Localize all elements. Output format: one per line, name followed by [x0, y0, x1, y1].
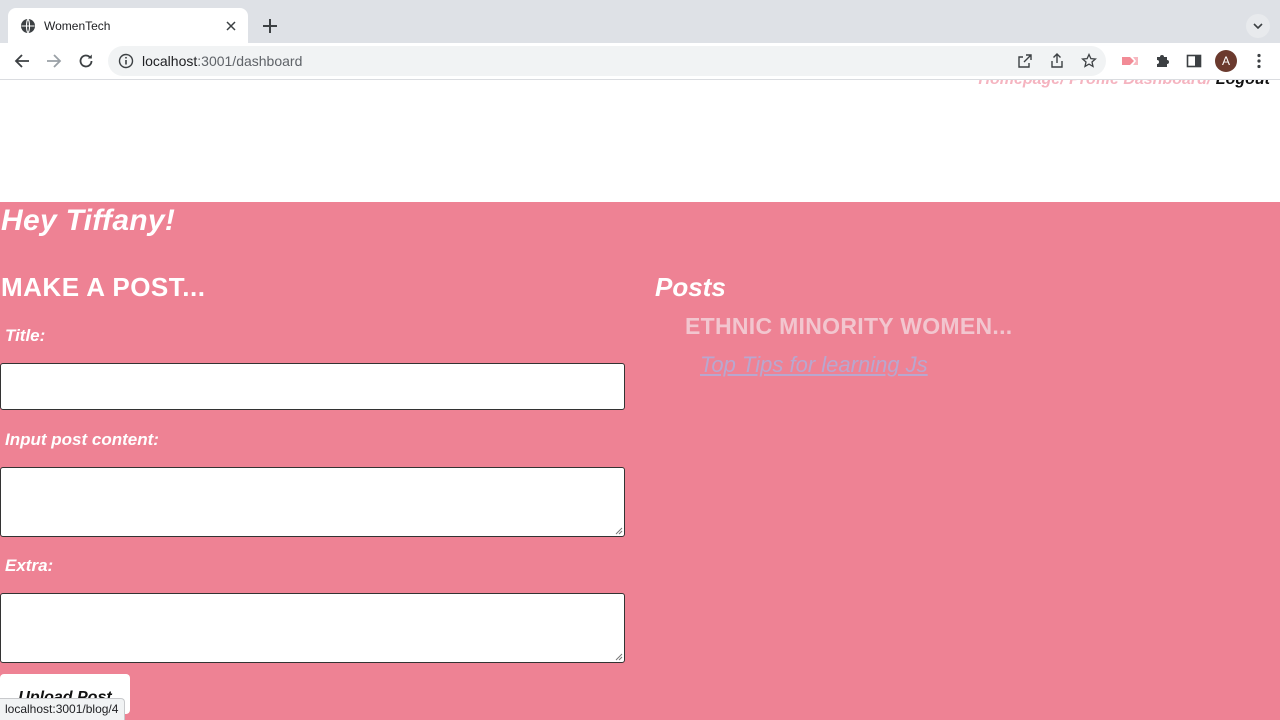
nav-separator: / — [1207, 80, 1216, 88]
posts-heading: Posts — [655, 272, 726, 302]
nav-profile-dashboard-link[interactable]: Profile Dashboard — [1069, 80, 1207, 88]
puzzle-icon[interactable] — [1153, 52, 1171, 70]
content-textarea[interactable] — [0, 467, 625, 537]
info-icon[interactable] — [118, 53, 134, 69]
top-nav: Homepage/ Profile Dashboard/ Logout — [978, 80, 1270, 89]
greeting-heading: Hey Tiffany! — [1, 204, 176, 237]
avatar[interactable]: A — [1215, 50, 1237, 72]
post-title: ETHNIC MINORITY WOMEN... — [685, 313, 1013, 339]
nav-homepage-link[interactable]: Homepage — [978, 80, 1060, 88]
browser-toolbar: localhost:3001/dashboard A — [0, 43, 1280, 80]
chevron-down-icon[interactable] — [1246, 14, 1270, 38]
plus-icon[interactable] — [258, 14, 282, 38]
title-label: Title: — [5, 326, 46, 345]
title-input[interactable] — [0, 363, 625, 410]
close-icon[interactable] — [222, 17, 240, 35]
globe-icon — [20, 18, 36, 34]
reload-icon[interactable] — [74, 49, 98, 73]
make-post-heading: MAKE A POST... — [1, 272, 206, 302]
nav-logout-link[interactable]: Logout — [1216, 80, 1270, 88]
dashboard-section: Hey Tiffany! MAKE A POST... Title: Input… — [0, 202, 1280, 720]
post-link[interactable]: Top Tips for learning Js — [700, 352, 928, 378]
extra-textarea[interactable] — [0, 593, 625, 663]
address-bar[interactable]: localhost:3001/dashboard — [108, 46, 1106, 76]
resize-grip-icon[interactable] — [613, 651, 623, 661]
url-text: localhost:3001/dashboard — [142, 53, 303, 69]
tab-title: WomenTech — [44, 19, 111, 33]
side-panel-icon[interactable] — [1185, 52, 1203, 70]
forward-arrow-icon[interactable] — [42, 49, 66, 73]
browser-tab[interactable]: WomenTech — [8, 8, 248, 43]
extension-ext-icon[interactable] — [1121, 52, 1139, 70]
content-label: Input post content: — [5, 430, 159, 449]
share-icon[interactable] — [1049, 53, 1065, 69]
star-icon[interactable] — [1081, 52, 1097, 69]
open-in-new-icon[interactable] — [1017, 53, 1033, 69]
status-bar-url: localhost:3001/blog/4 — [0, 698, 126, 720]
kebab-menu-icon[interactable] — [1250, 52, 1268, 70]
page-content: Homepage/ Profile Dashboard/ Logout Hey … — [0, 80, 1280, 720]
nav-separator: / — [1060, 80, 1069, 88]
browser-tabstrip: WomenTech — [0, 0, 1280, 43]
extra-label: Extra: — [5, 556, 54, 575]
resize-grip-icon[interactable] — [613, 525, 623, 535]
back-arrow-icon[interactable] — [10, 49, 34, 73]
